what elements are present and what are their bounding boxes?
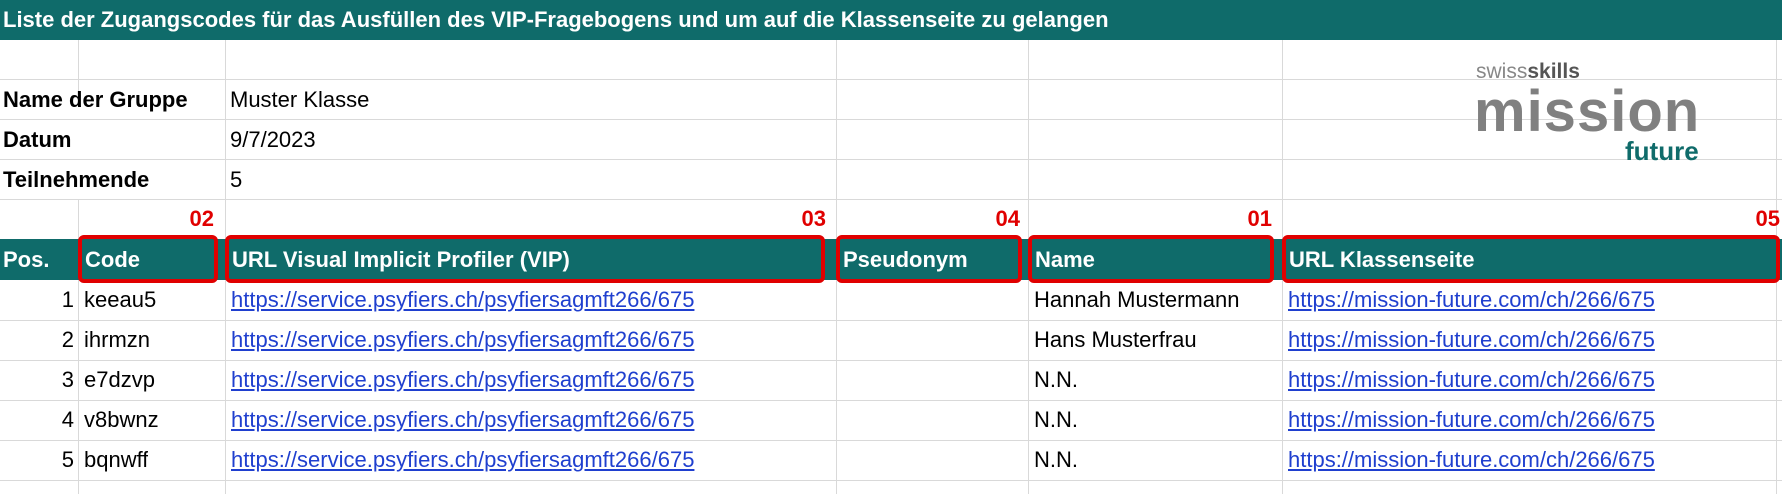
group-label: Name der Gruppe	[3, 87, 188, 112]
grid-line	[0, 320, 1782, 321]
row-vip-link[interactable]: https://service.psyfiers.ch/psyfiersagmf…	[231, 287, 834, 313]
date-label: Datum	[3, 127, 72, 152]
marker-name: 01	[1247, 206, 1272, 231]
logo-main-text: mission	[1474, 79, 1701, 144]
group-value[interactable]: Muster Klasse	[230, 87, 369, 113]
participants-value[interactable]: 5	[230, 167, 242, 193]
marker-code: 02	[189, 206, 214, 231]
row-name[interactable]: Hans Musterfrau	[1034, 327, 1280, 353]
highlight-name	[1028, 235, 1274, 283]
row-klassenseite-link[interactable]: https://mission-future.com/ch/266/675	[1288, 407, 1780, 433]
marker-pseudonym: 04	[995, 206, 1020, 231]
row-code[interactable]: e7dzvp	[84, 367, 155, 393]
swissskills-logo: swissskills mission future	[1470, 60, 1720, 170]
grid-line	[0, 360, 1782, 361]
row-pos[interactable]: 5	[0, 447, 74, 473]
highlight-vip	[225, 235, 825, 283]
row-vip-link[interactable]: https://service.psyfiers.ch/psyfiersagmf…	[231, 367, 834, 393]
sheet-title: Liste der Zugangscodes für das Ausfüllen…	[0, 0, 1782, 40]
row-name[interactable]: N.N.	[1034, 367, 1280, 393]
logo-sub-text: future	[1625, 136, 1699, 166]
column-header-pos[interactable]: Pos.	[3, 239, 75, 280]
marker-klassenseite: 05	[1755, 206, 1780, 231]
row-code[interactable]: v8bwnz	[84, 407, 159, 433]
grid-line	[0, 440, 1782, 441]
row-klassenseite-link[interactable]: https://mission-future.com/ch/266/675	[1288, 327, 1780, 353]
row-klassenseite-link[interactable]: https://mission-future.com/ch/266/675	[1288, 367, 1780, 393]
row-pos[interactable]: 2	[0, 327, 74, 353]
row-pos[interactable]: 3	[0, 367, 74, 393]
row-code[interactable]: keeau5	[84, 287, 156, 313]
row-pos[interactable]: 1	[0, 287, 74, 313]
grid-line	[0, 400, 1782, 401]
row-klassenseite-link[interactable]: https://mission-future.com/ch/266/675	[1288, 447, 1780, 473]
highlight-klassenseite	[1282, 235, 1780, 283]
row-name[interactable]: Hannah Mustermann	[1034, 287, 1280, 313]
highlight-code	[78, 235, 218, 283]
date-value[interactable]: 9/7/2023	[230, 127, 316, 153]
row-name[interactable]: N.N.	[1034, 447, 1280, 473]
highlight-pseudonym	[836, 235, 1022, 283]
row-vip-link[interactable]: https://service.psyfiers.ch/psyfiersagmf…	[231, 407, 834, 433]
row-code[interactable]: bqnwff	[84, 447, 148, 473]
row-klassenseite-link[interactable]: https://mission-future.com/ch/266/675	[1288, 287, 1780, 313]
grid-line	[0, 480, 1782, 481]
marker-vip: 03	[801, 206, 826, 231]
row-vip-link[interactable]: https://service.psyfiers.ch/psyfiersagmf…	[231, 327, 834, 353]
grid-line	[0, 199, 1782, 200]
row-vip-link[interactable]: https://service.psyfiers.ch/psyfiersagmf…	[231, 447, 834, 473]
row-name[interactable]: N.N.	[1034, 407, 1280, 433]
row-pos[interactable]: 4	[0, 407, 74, 433]
row-code[interactable]: ihrmzn	[84, 327, 150, 353]
participants-label: Teilnehmende	[3, 167, 150, 192]
